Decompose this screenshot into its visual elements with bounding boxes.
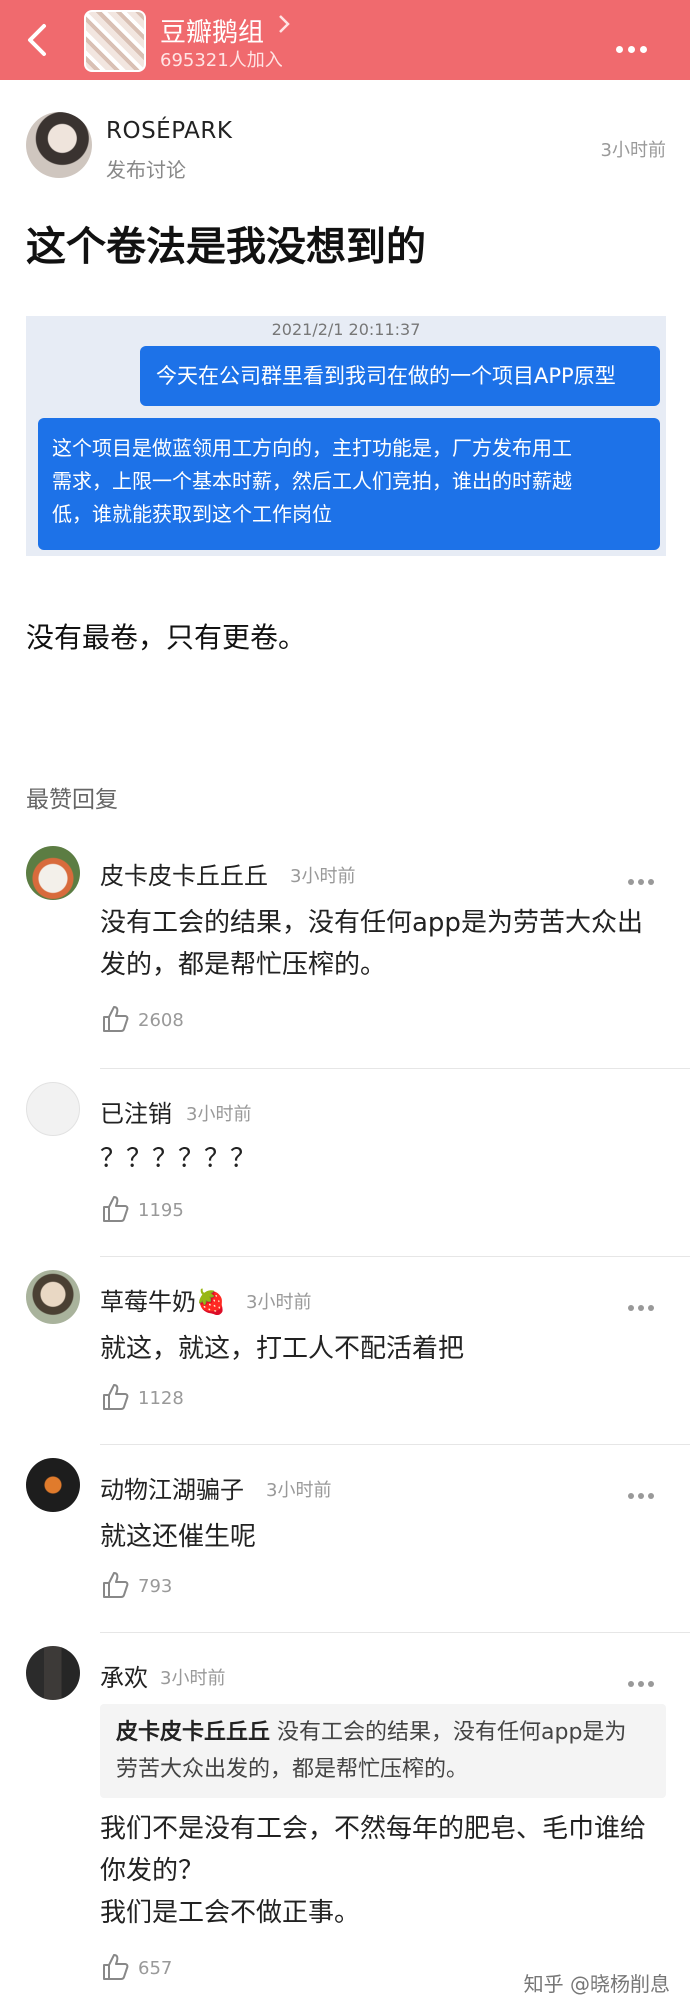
chat-timestamp: 2021/2/1 20:11:37: [271, 320, 421, 339]
comment-text: 我们不是没有工会，不然每年的肥皂、毛巾谁给 你发的？ 我们是工会不做正事。: [100, 1808, 660, 1934]
quoted-comment[interactable]: 皮卡皮卡丘丘丘 没有工会的结果，没有任何app是为 劳苦大众出发的，都是帮忙压榨…: [100, 1704, 666, 1798]
chat-line: 低，谁就能获取到这个工作岗位: [52, 502, 332, 526]
comment-line: 没有工会的结果，没有任何app是为劳苦大众出: [100, 908, 643, 938]
comment-text: 没有工会的结果，没有任何app是为劳苦大众出 发的，都是帮忙压榨的。: [100, 902, 660, 986]
quote-text: 没有工会的结果，没有任何app是为: [277, 1720, 627, 1745]
group-header-bar: 豆瓣鹅组 695321人加入: [0, 0, 690, 80]
divider: [100, 1256, 690, 1257]
comment-more-button[interactable]: [628, 870, 664, 885]
chat-bubble-incoming: 这个项目是做蓝领用工方向的，主打功能是，厂方发布用工 需求，上限一个基本时薪，然…: [38, 418, 660, 550]
more-dot: [648, 1305, 654, 1311]
chat-line: 需求，上限一个基本时薪，然后工人们竞拍，谁出的时薪越: [52, 469, 572, 493]
more-dot: [638, 879, 644, 885]
more-horizontal-icon: [628, 1681, 634, 1687]
divider: [100, 1632, 690, 1633]
thumbs-up-icon[interactable]: [100, 1004, 130, 1034]
comment: 草莓牛奶🍓 3小时前 就这，就这，打工人不配活着把 1128: [0, 1270, 690, 1450]
author-name[interactable]: ROSÉPARK: [106, 118, 232, 144]
author-action: 发布讨论: [106, 158, 186, 182]
comment-text: ？？？？？？: [100, 1138, 660, 1180]
quote-line: 皮卡皮卡丘丘丘 没有工会的结果，没有任何app是为: [116, 1714, 650, 1751]
more-dot: [638, 1305, 644, 1311]
more-dot: [628, 46, 635, 53]
comment-line: 就这，就这，打工人不配活着把: [100, 1334, 465, 1364]
chat-bubble-outgoing: 今天在公司群里看到我司在做的一个项目APP原型: [140, 346, 660, 406]
more-horizontal-icon: [628, 879, 634, 885]
comment-line: ？？？？？？: [100, 1144, 257, 1174]
comment-author[interactable]: 皮卡皮卡丘丘丘: [100, 856, 268, 891]
back-button[interactable]: [18, 18, 58, 62]
divider: [100, 1068, 690, 1069]
more-dot: [648, 879, 654, 885]
comment-text: 就这，就这，打工人不配活着把: [100, 1328, 660, 1370]
more-dot: [648, 1493, 654, 1499]
thumbs-up-icon[interactable]: [100, 1194, 130, 1224]
more-horizontal-icon: [616, 46, 623, 53]
like-count: 793: [138, 1576, 173, 1597]
comment-author[interactable]: 承欢: [100, 1658, 148, 1693]
avatar[interactable]: [26, 1082, 80, 1136]
more-horizontal-icon: [628, 1305, 634, 1311]
divider: [100, 1444, 690, 1445]
more-dot: [640, 46, 647, 53]
like-count: 2608: [138, 1010, 184, 1031]
quote-line: 劳苦大众出发的，都是帮忙压榨的。: [116, 1757, 469, 1782]
comment-time: 3小时前: [266, 1480, 332, 1501]
comment-line: 发的，都是帮忙压榨的。: [100, 950, 387, 980]
comment: 动物江湖骗子 3小时前 就这还催生呢 793: [0, 1458, 690, 1638]
comment-more-button[interactable]: [628, 1484, 664, 1499]
avatar[interactable]: [26, 1458, 80, 1512]
more-dot: [638, 1493, 644, 1499]
comment-time: 3小时前: [246, 1292, 312, 1313]
thumbs-up-icon[interactable]: [100, 1382, 130, 1412]
like-count: 657: [138, 1958, 173, 1979]
chevron-right-icon[interactable]: [276, 10, 292, 38]
comment: 皮卡皮卡丘丘丘 3小时前 没有工会的结果，没有任何app是为劳苦大众出 发的，都…: [0, 846, 690, 1069]
comment-text: 就这还催生呢: [100, 1516, 660, 1558]
like-count: 1195: [138, 1200, 184, 1221]
avatar[interactable]: [26, 1646, 80, 1700]
like-count: 1128: [138, 1388, 184, 1409]
group-avatar[interactable]: [84, 10, 146, 72]
comment: 已注销 3小时前 ？？？？？？ 1195: [0, 1082, 690, 1262]
comment-line: 就这还催生呢: [100, 1522, 257, 1552]
avatar[interactable]: [26, 846, 80, 900]
more-horizontal-icon: [628, 1493, 634, 1499]
top-replies-label: 最赞回复: [26, 787, 118, 813]
comment-time: 3小时前: [186, 1104, 252, 1125]
comment-line: 我们是工会不做正事。: [100, 1898, 361, 1928]
avatar[interactable]: [26, 1270, 80, 1324]
post-title: 这个卷法是我没想到的: [26, 224, 426, 270]
post-body: 没有最卷，只有更卷。: [26, 621, 307, 654]
chat-line: 这个项目是做蓝领用工方向的，主打功能是，厂方发布用工: [52, 436, 572, 460]
post-time: 3小时前: [600, 140, 666, 161]
comment-line: 你发的？: [100, 1856, 205, 1886]
comment-author[interactable]: 已注销: [100, 1094, 172, 1129]
comment-author[interactable]: 动物江湖骗子: [100, 1470, 244, 1505]
watermark: 知乎 @晓杨削息: [523, 1972, 670, 1996]
comment-time: 3小时前: [160, 1668, 226, 1689]
post-image[interactable]: 2021/2/1 20:11:37 今天在公司群里看到我司在做的一个项目APP原…: [26, 316, 666, 556]
thumbs-up-icon[interactable]: [100, 1570, 130, 1600]
comment-line: 我们不是没有工会，不然每年的肥皂、毛巾谁给: [100, 1814, 647, 1844]
more-options-button[interactable]: [616, 38, 656, 53]
comment: 承欢 3小时前 皮卡皮卡丘丘丘 没有工会的结果，没有任何app是为 劳苦大众出发…: [0, 1646, 690, 2006]
author-avatar[interactable]: [26, 112, 92, 178]
quote-author: 皮卡皮卡丘丘丘: [116, 1720, 271, 1745]
group-name[interactable]: 豆瓣鹅组: [160, 12, 264, 49]
comment-time: 3小时前: [290, 866, 356, 887]
more-dot: [648, 1681, 654, 1687]
group-member-count: 695321人加入: [160, 50, 283, 71]
thumbs-up-icon[interactable]: [100, 1952, 130, 1982]
more-dot: [638, 1681, 644, 1687]
comment-more-button[interactable]: [628, 1672, 664, 1687]
chevron-left-icon: [28, 24, 46, 56]
comment-more-button[interactable]: [628, 1296, 664, 1311]
comment-author[interactable]: 草莓牛奶🍓: [100, 1282, 226, 1317]
